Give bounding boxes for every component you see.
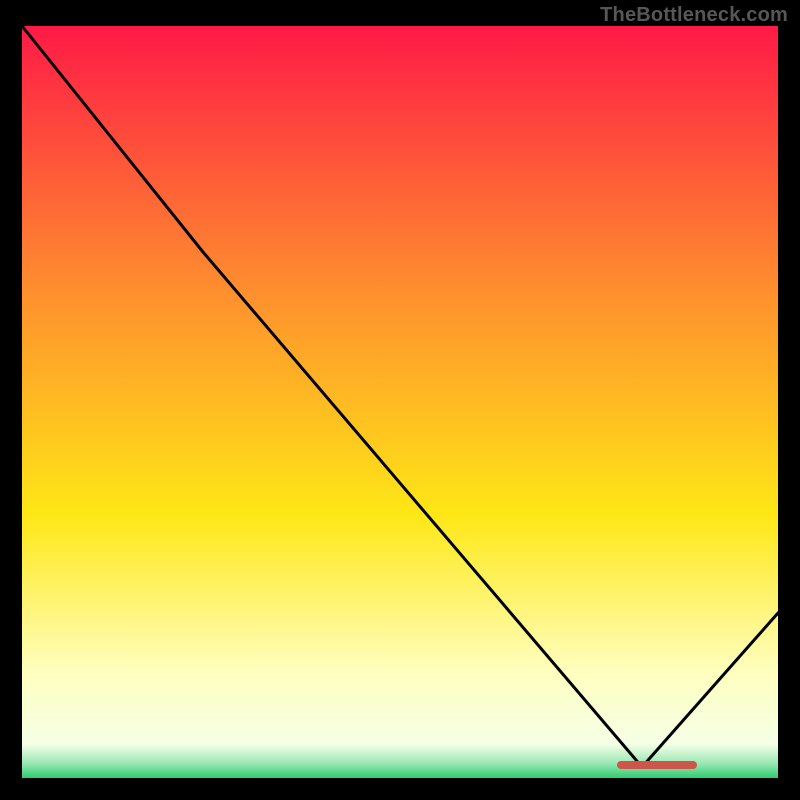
- optimum-marker: [617, 761, 697, 769]
- chart-frame: TheBottleneck.com: [0, 0, 800, 800]
- plot-area: [22, 26, 778, 778]
- curve-line: [22, 26, 778, 778]
- watermark-text: TheBottleneck.com: [600, 4, 788, 27]
